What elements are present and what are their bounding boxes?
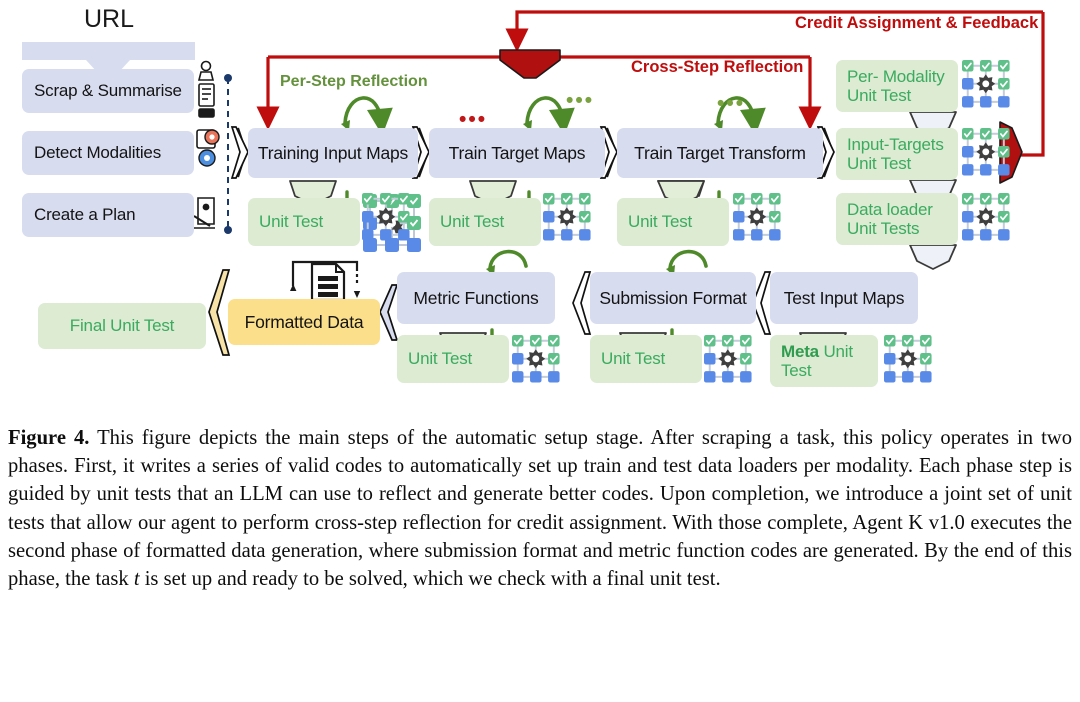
caption-text: This figure depicts the main steps of th… [8, 427, 1072, 591]
unit-test-grid-icon [704, 335, 752, 383]
unit-test-grid-icon [362, 193, 410, 241]
unit-test-grid-icon [962, 60, 1010, 108]
gear-icon [976, 207, 996, 227]
gear-icon [976, 142, 996, 162]
unit-test-grid-icon [512, 335, 560, 383]
caption-figure-label: Figure 4. [8, 427, 90, 449]
unit-test-grid-icon [962, 128, 1010, 176]
unit-test-grid-icon [962, 193, 1010, 241]
unit-test-grid-icon [884, 335, 932, 383]
unit-test-grid-icon [543, 193, 591, 241]
gear-icon [976, 74, 996, 94]
unit-test-grid-icon-layer [362, 60, 1010, 383]
unit-test-grid-icon [733, 193, 781, 241]
figure-diagram: URL Scrap & Summarise Detect Modalities … [0, 0, 1080, 410]
gear-icon [747, 207, 767, 227]
gear-icon [376, 207, 396, 227]
gear-icon [898, 349, 918, 369]
figure-caption: Figure 4. This figure depicts the main s… [8, 424, 1072, 593]
gear-icon [557, 207, 577, 227]
caption-text-tail: is set up and ready to be solved, which … [139, 568, 721, 591]
gear-icon [526, 349, 546, 369]
gear-icon [718, 349, 738, 369]
